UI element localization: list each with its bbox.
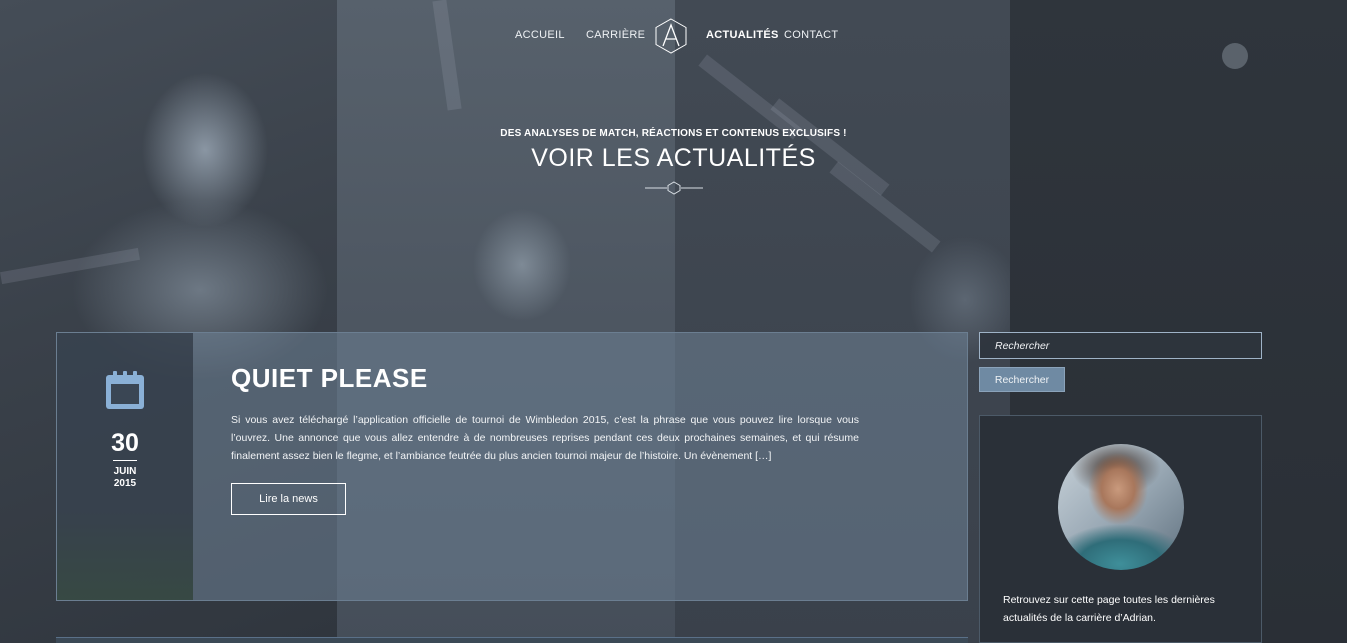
avatar <box>1058 444 1184 570</box>
article-excerpt: Si vous avez téléchargé l’application of… <box>231 414 859 462</box>
search-button[interactable]: Rechercher <box>979 367 1065 392</box>
hexagon-divider-icon <box>645 181 703 195</box>
hero-subtitle: DES ANALYSES DE MATCH, RÉACTIONS ET CONT… <box>500 128 847 139</box>
profile-widget: Retrouvez sur cette page toutes les dern… <box>979 415 1262 643</box>
date-divider <box>113 460 137 461</box>
calendar-icon <box>106 371 144 409</box>
page-title: VOIR LES ACTUALITÉS <box>531 144 816 172</box>
news-article-card: 30 JUIN 2015 QUIET PLEASE Si vous avez t… <box>56 332 968 601</box>
site-logo-icon[interactable] <box>655 18 687 54</box>
stadium-photo-strip <box>57 510 193 600</box>
article-date-panel: 30 JUIN 2015 <box>57 333 193 600</box>
profile-description: Retrouvez sur cette page toutes les dern… <box>1003 594 1215 624</box>
main-navigation: ACCUEIL CARRIÈRE ACTUALITÉS CONTACT <box>0 18 1347 54</box>
article-date-day: 30 <box>111 429 139 457</box>
search-input[interactable] <box>979 332 1262 359</box>
nav-item-accueil[interactable]: ACCUEIL <box>515 29 565 41</box>
read-news-button[interactable]: Lire la news <box>231 483 346 515</box>
article-body: QUIET PLEASE Si vous avez téléchargé l’a… <box>231 333 957 600</box>
article-date-year: 2015 <box>113 478 137 489</box>
nav-item-contact[interactable]: CONTACT <box>784 29 838 41</box>
next-article-card <box>56 637 968 643</box>
article-date-month: JUIN <box>113 466 137 477</box>
article-title[interactable]: QUIET PLEASE <box>231 363 428 394</box>
nav-item-carriere[interactable]: CARRIÈRE <box>586 29 645 41</box>
nav-item-actualites[interactable]: ACTUALITÉS <box>706 29 779 41</box>
